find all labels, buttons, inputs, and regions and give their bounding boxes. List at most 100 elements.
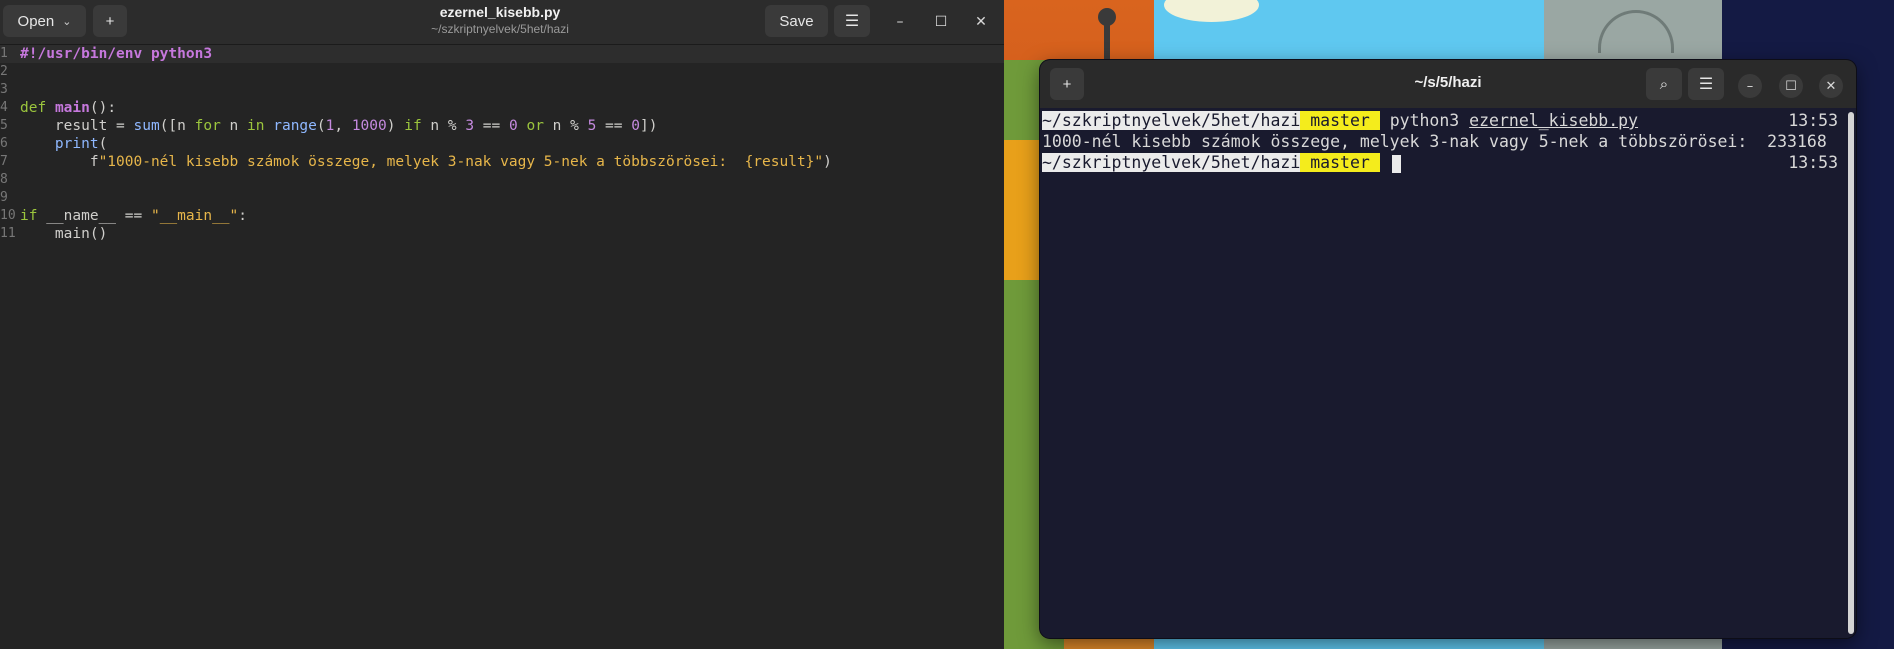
chevron-down-icon: ⌄ — [62, 15, 72, 28]
code-token: 3 — [465, 118, 475, 134]
code-token: ([n — [159, 118, 195, 134]
code-token: main() — [20, 226, 108, 242]
new-tab-icon: + — [105, 12, 115, 30]
minimize-button[interactable]: – — [1738, 74, 1762, 98]
line-number: 7 — [0, 154, 8, 169]
code-token: , — [334, 118, 352, 134]
hamburger-menu-button[interactable]: ☰ — [834, 5, 870, 37]
new-document-button[interactable]: + — [93, 5, 127, 37]
code-text: result = sum([n for n in range(1, 1000) … — [20, 117, 658, 135]
git-branch-badge: master — [1300, 153, 1380, 172]
code-token: : — [238, 208, 248, 224]
code-token: f — [20, 154, 99, 170]
terminal-output[interactable]: ~/szkriptnyelvek/5het/hazi master python… — [1040, 108, 1848, 638]
code-line[interactable]: 2 — [0, 63, 1004, 81]
code-token: ]) — [639, 118, 658, 134]
terminal-title: ~/s/5/hazi — [1414, 74, 1482, 91]
code-line[interactable]: 6 print( — [0, 135, 1004, 153]
command-output: 1000-nél kisebb számok összege, melyek 3… — [1042, 132, 1827, 151]
hamburger-icon: ☰ — [844, 13, 860, 30]
code-token: 1000 — [351, 118, 387, 134]
code-token: "__main__" — [150, 208, 239, 224]
close-button[interactable]: ✕ — [1819, 74, 1843, 98]
prompt-path: ~/szkriptnyelvek/5het/hazi — [1042, 153, 1301, 172]
code-token: in — [247, 118, 265, 134]
code-line[interactable]: 5 result = sum([n for n in range(1, 1000… — [0, 117, 1004, 135]
code-line[interactable]: 8 — [0, 171, 1004, 189]
code-text: #!/usr/bin/env python3 — [20, 45, 212, 63]
code-token: n — [220, 118, 248, 134]
minimize-button[interactable]: – — [888, 10, 912, 34]
line-number: 11 — [0, 226, 16, 241]
line-number: 4 — [0, 100, 8, 115]
code-token: sum — [133, 118, 160, 134]
code-line[interactable]: 3 — [0, 81, 1004, 99]
code-line[interactable]: 4 def main(): — [0, 99, 1004, 117]
code-token: n % — [543, 118, 588, 134]
window-title: ezernel_kisebb.py — [439, 4, 561, 20]
code-token: range — [273, 118, 317, 134]
code-line[interactable]: 11 main() — [0, 225, 1004, 243]
code-text: main() — [20, 225, 107, 243]
code-line[interactable]: 10 if __name__ == "__main__": — [0, 207, 1004, 225]
maximize-button[interactable]: ☐ — [929, 10, 953, 34]
prompt-timestamp: 13:53 — [1788, 153, 1838, 172]
window-subtitle: ~/szkriptnyelvek/5het/hazi — [431, 22, 569, 36]
terminal-headerbar: + ~/s/5/hazi ⌕ ☰ – ☐ ✕ — [1040, 60, 1856, 108]
line-number: 5 — [0, 118, 8, 133]
wallpaper-pole-top — [1098, 8, 1116, 26]
text-editor-window: Open ⌄ + ezernel_kisebb.py ~/szkriptnyel… — [0, 0, 1004, 649]
prompt-line: ~/szkriptnyelvek/5het/hazi master — [1042, 152, 1401, 173]
code-text: print( — [20, 135, 107, 153]
search-icon: ⌕ — [1659, 75, 1669, 93]
hamburger-icon: ☰ — [1698, 76, 1714, 93]
close-icon: ✕ — [975, 14, 987, 30]
command-text: python3 — [1379, 111, 1470, 130]
code-token: (): — [89, 100, 117, 116]
code-token: print — [54, 136, 99, 152]
prompt-path: ~/szkriptnyelvek/5het/hazi — [1042, 111, 1301, 130]
code-token: for — [194, 118, 221, 134]
command-file-link[interactable]: ezernel_kisebb.py — [1469, 111, 1638, 130]
code-token: == — [596, 118, 632, 134]
code-text: f"1000-nél kisebb számok összege, melyek… — [20, 153, 832, 171]
line-number: 8 — [0, 172, 8, 187]
code-token: if — [20, 208, 38, 224]
code-editor-area[interactable]: 1 #!/usr/bin/env python3 2 3 4 def main(): 5 r… — [0, 45, 1004, 649]
hamburger-menu-button[interactable]: ☰ — [1688, 68, 1724, 100]
maximize-icon: ☐ — [934, 14, 948, 30]
new-tab-icon: + — [1062, 75, 1072, 93]
new-tab-button[interactable]: + — [1050, 68, 1084, 100]
git-branch-badge: master — [1300, 111, 1380, 130]
code-token: def — [20, 100, 47, 116]
line-number: 2 — [0, 64, 8, 79]
open-label: Open — [17, 12, 55, 30]
maximize-button[interactable]: ☐ — [1779, 74, 1803, 98]
code-token: or — [526, 118, 544, 134]
code-line[interactable]: 1 #!/usr/bin/env python3 — [0, 45, 1004, 63]
code-token: result = — [20, 118, 134, 134]
code-line[interactable]: 7 f"1000-nél kisebb számok összege, mely… — [0, 153, 1004, 171]
line-number: 6 — [0, 136, 8, 151]
code-token: ) — [386, 118, 405, 134]
code-token: main — [54, 100, 90, 116]
code-token: ) — [823, 154, 832, 170]
code-text: def main(): — [20, 99, 116, 117]
line-number: 10 — [0, 208, 16, 223]
save-button[interactable]: Save — [765, 5, 828, 37]
code-token: "1000-nél kisebb számok összege, melyek … — [98, 154, 824, 170]
code-token: if — [404, 118, 422, 134]
prompt-line: ~/szkriptnyelvek/5het/hazi master python… — [1042, 110, 1638, 131]
scrollbar[interactable] — [1848, 112, 1854, 634]
search-button[interactable]: ⌕ — [1646, 68, 1682, 100]
close-button[interactable]: ✕ — [969, 10, 993, 34]
line-number: 1 — [0, 46, 8, 61]
open-button[interactable]: Open ⌄ — [3, 5, 86, 37]
code-token: 0 — [509, 118, 518, 134]
minimize-icon: – — [1746, 78, 1754, 94]
code-token: ( — [98, 136, 108, 152]
code-token: #!/usr/bin/env python3 — [20, 46, 213, 62]
code-line[interactable]: 9 — [0, 189, 1004, 207]
